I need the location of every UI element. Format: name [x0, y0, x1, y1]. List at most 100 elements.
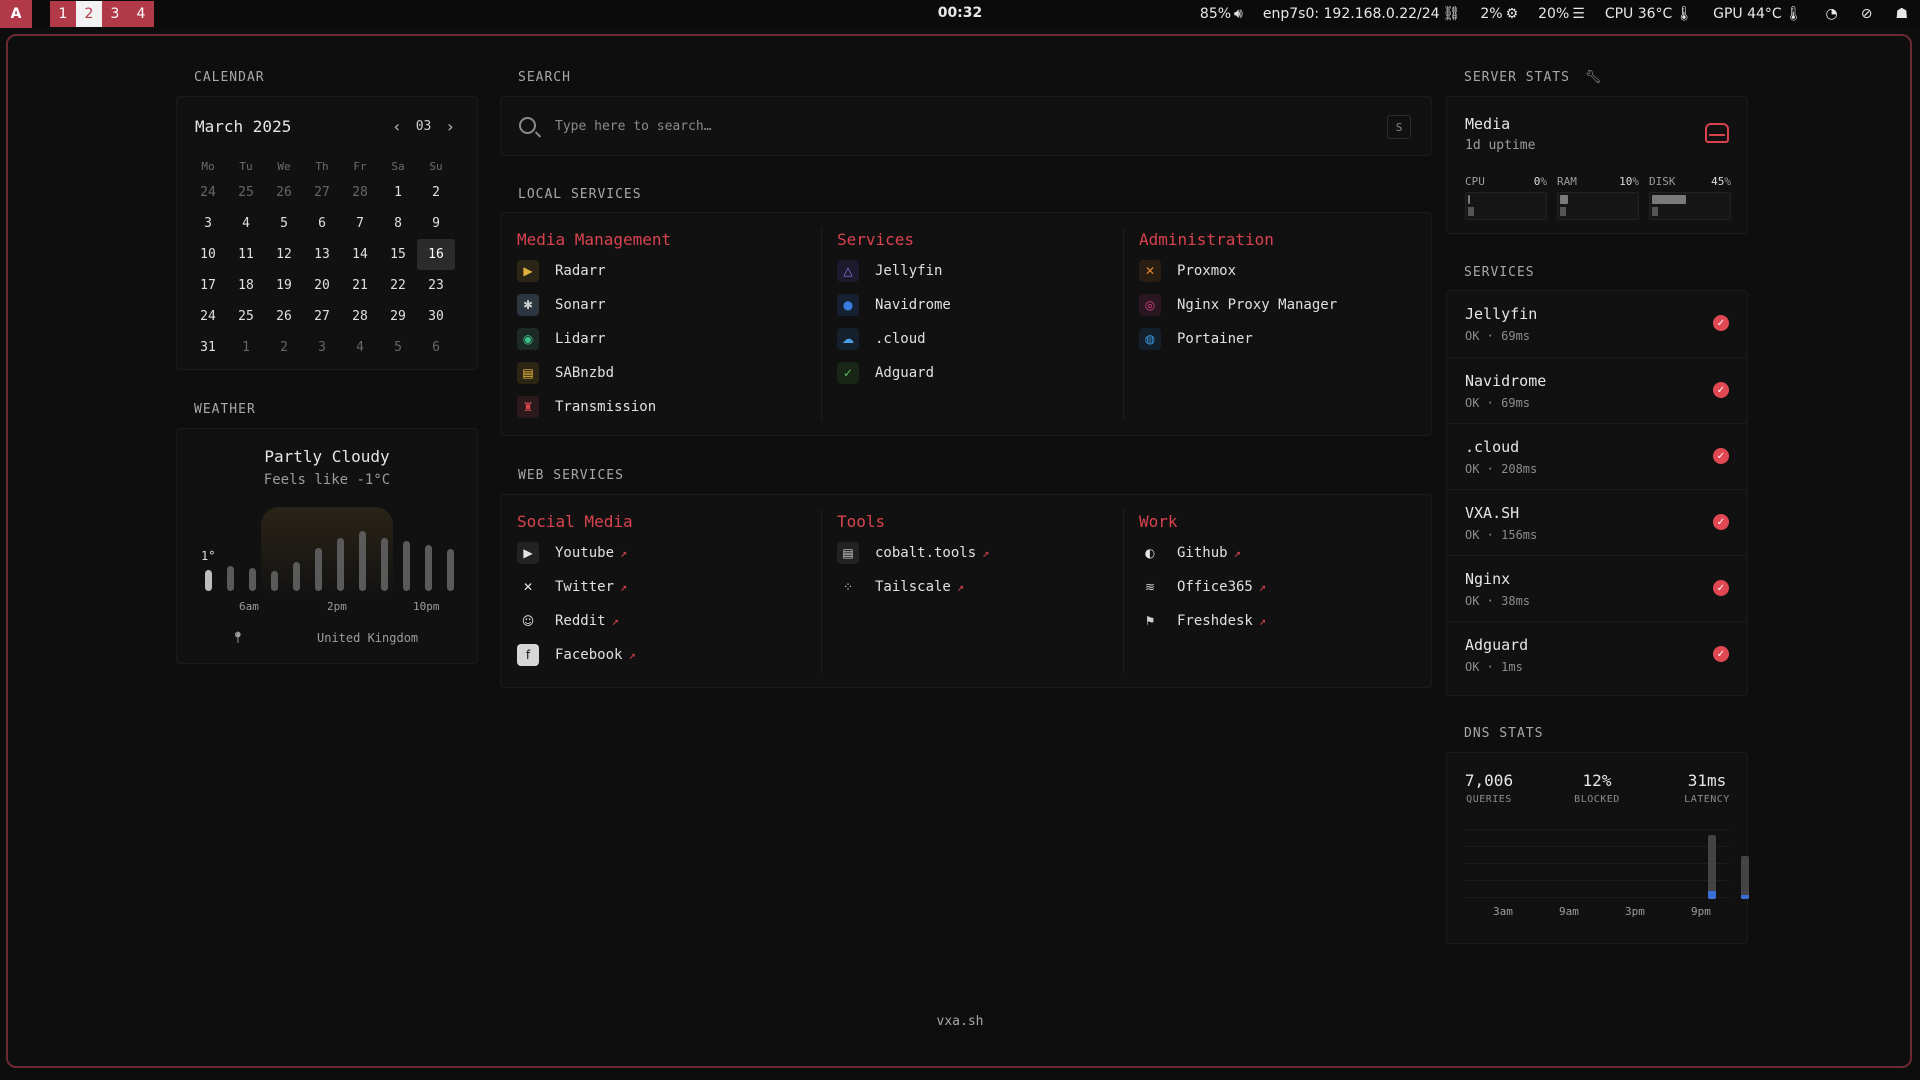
metric-disk: DISK 45%	[1649, 175, 1731, 220]
calendar-day[interactable]: 3	[303, 332, 341, 363]
footer-link[interactable]: vxa.sh	[0, 1014, 1920, 1029]
weekday-header: Fr	[353, 159, 367, 173]
speaker-icon: 🔊︎	[1234, 6, 1243, 22]
discord-icon[interactable]: ☗	[1895, 6, 1908, 22]
service-link[interactable]: ♜ Transmission	[517, 395, 656, 419]
calendar-day[interactable]: 26	[265, 177, 303, 208]
service-link[interactable]: ☁ .cloud	[837, 327, 926, 351]
calendar-day[interactable]: 4	[227, 208, 265, 239]
service-link[interactable]: ▶ Radarr	[517, 259, 606, 283]
calendar-card: March 2025 ‹ 03 › Mo Tu We Th Fr Sa Su 24 25 26 27…	[176, 96, 478, 370]
calendar-day[interactable]: 20	[303, 270, 341, 301]
service-status-item[interactable]: Navidrome OK · 69ms ✓	[1447, 357, 1747, 424]
calendar-day[interactable]: 28	[341, 177, 379, 208]
calendar-day[interactable]: 11	[227, 239, 265, 270]
calendar-day[interactable]: 21	[341, 270, 379, 301]
workspace-button[interactable]: 2	[76, 1, 102, 27]
calendar-grid: Mo Tu We Th Fr Sa Su 24 25 26 27 28 1 2 3 4 5 6 7 8 9 10 11 12 1…	[189, 155, 465, 363]
chevron-left-icon[interactable]: ‹	[392, 117, 402, 136]
wrench-icon[interactable]: 🔧︎	[1585, 70, 1603, 85]
calendar-day[interactable]: 1	[227, 332, 265, 363]
dns-time-tick: 3pm	[1625, 905, 1645, 918]
service-link[interactable]: ⚑ Freshdesk ↗	[1139, 609, 1266, 633]
workspace-button[interactable]: 4	[128, 1, 154, 27]
cpu-usage-indicator[interactable]: 2% ⚙	[1480, 6, 1518, 22]
service-link[interactable]: ◍ Portainer	[1139, 327, 1253, 351]
calendar-day[interactable]: 2	[265, 332, 303, 363]
calendar-day[interactable]: 6	[303, 208, 341, 239]
service-link[interactable]: ✱ Sonarr	[517, 293, 606, 317]
service-status-item[interactable]: Jellyfin OK · 69ms ✓	[1447, 291, 1747, 357]
calendar-day[interactable]: 2	[417, 177, 455, 208]
calendar-day[interactable]: 12	[265, 239, 303, 270]
calendar-day[interactable]: 22	[379, 270, 417, 301]
service-link[interactable]: ▤ cobalt.tools ↗	[837, 541, 989, 565]
service-status-item[interactable]: Adguard OK · 1ms ✓	[1447, 621, 1747, 688]
calendar-month: March 2025	[195, 117, 292, 136]
calendar-day[interactable]: 28	[341, 301, 379, 332]
services-status-card: Jellyfin OK · 69ms ✓ Navidrome OK · 69ms ✓ .cl…	[1446, 290, 1748, 696]
service-link[interactable]: ✕ Proxmox	[1139, 259, 1236, 283]
service-link[interactable]: ✓ Adguard	[837, 361, 934, 385]
service-link[interactable]: ▤ SABnzbd	[517, 361, 614, 385]
service-link[interactable]: ≋ Office365 ↗	[1139, 575, 1266, 599]
cpu-temp-indicator[interactable]: CPU 36°C 🌡︎	[1605, 6, 1693, 22]
steam-icon[interactable]: ◔	[1825, 6, 1837, 22]
calendar-day[interactable]: 5	[379, 332, 417, 363]
service-link[interactable]: ☺ Reddit ↗	[517, 609, 619, 633]
calendar-day[interactable]: 5	[265, 208, 303, 239]
service-link[interactable]: ◐ Github ↗	[1139, 541, 1241, 565]
block-icon[interactable]: ⊘	[1861, 6, 1873, 22]
service-link[interactable]: ✕ Twitter ↗	[517, 575, 627, 599]
launcher-logo[interactable]: A	[0, 0, 32, 28]
calendar-day[interactable]: 15	[379, 239, 417, 270]
service-link[interactable]: f Facebook ↗	[517, 643, 636, 667]
service-link[interactable]: ⁘ Tailscale ↗	[837, 575, 964, 599]
calendar-day[interactable]: 1	[379, 177, 417, 208]
calendar-day[interactable]: 6	[417, 332, 455, 363]
memory-indicator[interactable]: 20% ☰	[1538, 6, 1585, 22]
service-link[interactable]: ◉ Lidarr	[517, 327, 606, 351]
calendar-day[interactable]: 7	[341, 208, 379, 239]
calendar-day[interactable]: 30	[417, 301, 455, 332]
service-link[interactable]: ▶ Youtube ↗	[517, 541, 627, 565]
calendar-day[interactable]: 8	[379, 208, 417, 239]
chevron-right-icon[interactable]: ›	[445, 117, 455, 136]
service-link-label: Youtube	[555, 545, 615, 561]
calendar-day[interactable]: 31	[189, 332, 227, 363]
calendar-day[interactable]: 25	[227, 301, 265, 332]
network-indicator[interactable]: enp7s0: 192.168.0.22/24 ⛓	[1263, 6, 1460, 22]
calendar-day-today[interactable]: 16	[417, 239, 455, 270]
workspace-switcher: 1234	[50, 1, 154, 27]
calendar-day[interactable]: 25	[227, 177, 265, 208]
service-link[interactable]: ◎ Nginx Proxy Manager	[1139, 293, 1337, 317]
workspace-button[interactable]: 1	[50, 1, 76, 27]
calendar-day[interactable]: 17	[189, 270, 227, 301]
service-group: Work ◐ Github ↗ ≋ Office365 ↗ ⚑ Freshdesk ↗	[1123, 495, 1431, 687]
calendar-day[interactable]: 14	[341, 239, 379, 270]
workspace-button[interactable]: 3	[102, 1, 128, 27]
service-link[interactable]: ● Navidrome	[837, 293, 951, 317]
volume-indicator[interactable]: 85% 🔊︎	[1200, 6, 1243, 22]
calendar-day[interactable]: 3	[189, 208, 227, 239]
calendar-day[interactable]: 23	[417, 270, 455, 301]
calendar-day[interactable]: 18	[227, 270, 265, 301]
weather-hour-bar	[403, 541, 410, 591]
service-link[interactable]: △ Jellyfin	[837, 259, 942, 283]
search-input[interactable]	[553, 111, 1357, 141]
calendar-day[interactable]: 29	[379, 301, 417, 332]
calendar-day[interactable]: 19	[265, 270, 303, 301]
calendar-day[interactable]: 9	[417, 208, 455, 239]
calendar-day[interactable]: 4	[341, 332, 379, 363]
calendar-day[interactable]: 24	[189, 301, 227, 332]
calendar-day[interactable]: 10	[189, 239, 227, 270]
calendar-day[interactable]: 27	[303, 301, 341, 332]
calendar-day[interactable]: 26	[265, 301, 303, 332]
service-status-item[interactable]: VXA.SH OK · 156ms ✓	[1447, 489, 1747, 556]
gpu-temp-indicator[interactable]: GPU 44°C 🌡︎	[1713, 6, 1802, 22]
calendar-day[interactable]: 24	[189, 177, 227, 208]
calendar-day[interactable]: 13	[303, 239, 341, 270]
service-status-item[interactable]: Nginx OK · 38ms ✓	[1447, 555, 1747, 622]
service-status-item[interactable]: .cloud OK · 208ms ✓	[1447, 423, 1747, 490]
calendar-day[interactable]: 27	[303, 177, 341, 208]
